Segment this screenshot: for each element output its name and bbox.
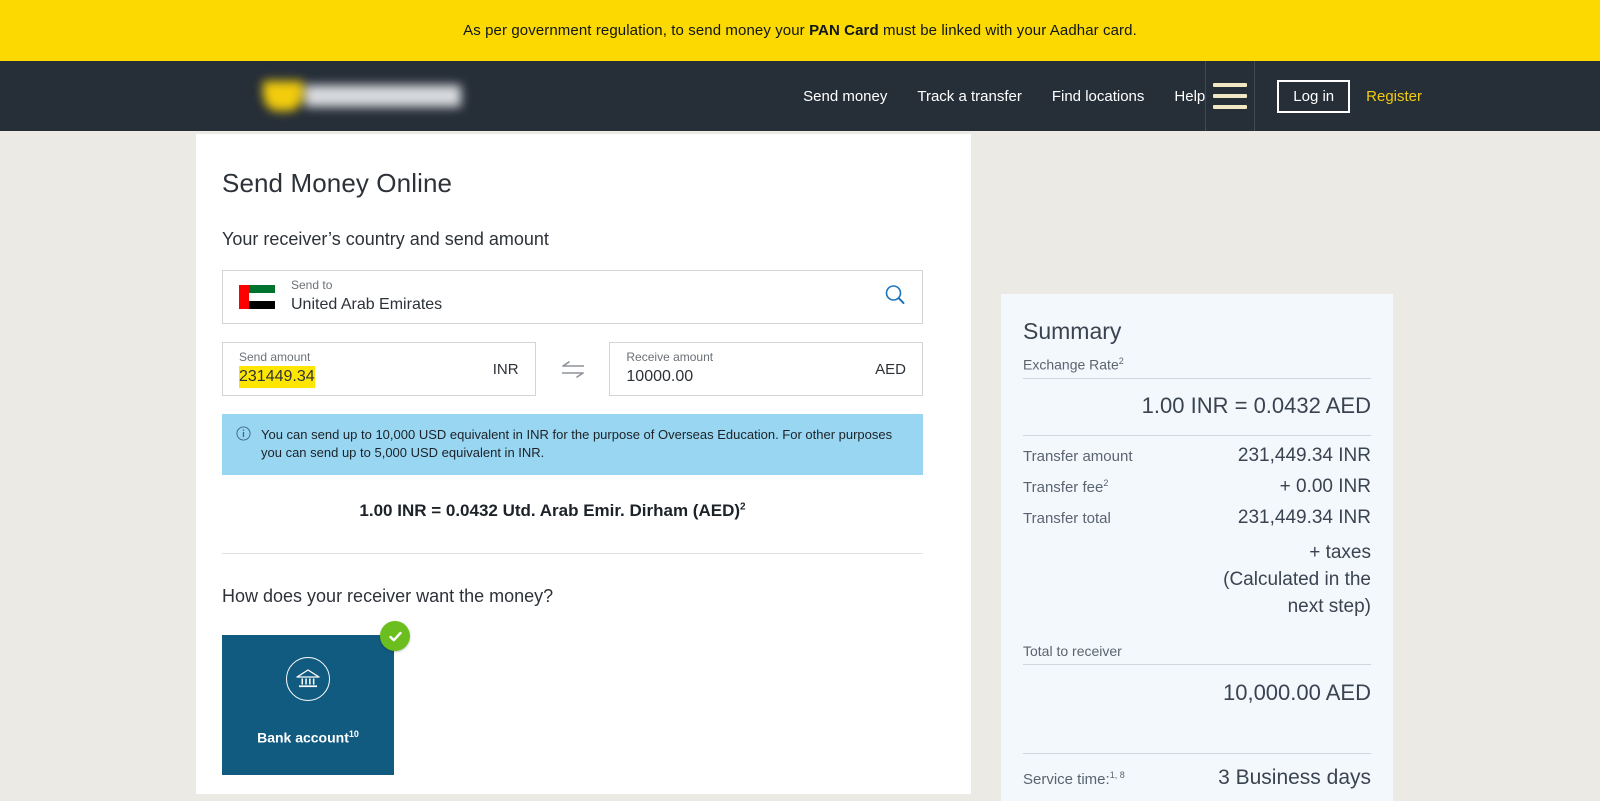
western-union-logo[interactable] [263,81,461,111]
hamburger-line [1213,105,1248,109]
nav-item-track-a-transfer[interactable]: Track a transfer [917,88,1021,105]
summary-row-transfer-amount: Transfer amount 231,449.34 INR [1023,445,1371,467]
hamburger-line [1213,94,1248,98]
service-time-label-text: Service time: [1023,770,1110,788]
receive-amount-inner: Receive amount 10000.00 [626,350,713,388]
regulation-banner-text: As per government regulation, to send mo… [463,22,1137,39]
send-money-card: Send Money Online Your receiver’s countr… [196,134,971,794]
summary-exchange-rate-value: 1.00 INR = 0.0432 AED [1141,392,1371,418]
payout-option-label: Bank account10 [257,729,359,746]
register-link[interactable]: Register [1366,88,1422,105]
total-to-receiver-label: Total to receiver [1023,642,1122,659]
exchange-rate-text: 1.00 INR = 0.0432 Utd. Arab Emir. Dirham… [359,501,741,520]
taxes-note-line-1: (Calculated in the [1223,568,1371,590]
transfer-amount-value: 231,449.34 INR [1237,444,1371,466]
nav-item-help[interactable]: Help [1174,88,1205,105]
log-in-button[interactable]: Log in [1277,79,1351,113]
summary-panel: Summary Exchange Rate2 1.00 INR = 0.0432… [1001,294,1393,801]
payout-option-text: Bank account [257,729,349,746]
transfer-fee-label-text: Transfer fee [1023,478,1104,496]
send-limit-info-text: You can send up to 10,000 USD equivalent… [261,427,893,460]
search-icon[interactable] [884,284,906,311]
transfer-total-label: Transfer total [1023,509,1111,527]
regulation-banner: As per government regulation, to send mo… [0,0,1600,61]
check-circle-icon [380,621,410,651]
exchange-rate-label: Exchange Rate2 [1023,356,1371,373]
regulation-text-bold: PAN Card [809,22,879,39]
exchange-rate-label-footnote: 2 [1118,356,1124,366]
transfer-fee-label-footnote: 2 [1103,477,1109,488]
hamburger-line [1213,83,1248,87]
page-body: Send Money Online Your receiver’s countr… [0,131,1600,801]
section-divider [222,553,923,554]
receive-amount-field[interactable]: Receive amount 10000.00 AED [609,342,923,396]
payout-option-footnote: 10 [348,729,359,739]
summary-rule [1023,663,1371,665]
send-limit-info-banner: You can send up to 10,000 USD equivalent… [222,414,923,475]
send-amount-inner: Send amount 231449.34 [239,350,315,388]
send-to-value: United Arab Emirates [291,296,443,313]
swap-arrows-icon[interactable] [536,356,610,382]
regulation-text-before: As per government regulation, to send mo… [463,22,810,39]
bank-icon [286,657,330,701]
transfer-amount-label: Transfer amount [1023,447,1133,465]
nav-item-find-locations[interactable]: Find locations [1052,88,1145,105]
total-to-receiver-value: 10,000.00 AED [1222,679,1371,705]
exchange-rate-line: 1.00 INR = 0.0432 Utd. Arab Emir. Dirham… [222,501,923,521]
summary-title: Summary [1023,318,1122,344]
payout-option-bank-account[interactable]: Bank account10 [222,621,410,775]
send-to-label: Send to [291,278,333,292]
send-amount-label: Send amount [239,350,311,364]
receive-currency-code: AED [875,360,906,378]
payout-options: Bank account10 [222,621,410,775]
info-circle-icon [236,426,251,446]
service-time-label: Service time:1, 8 [1023,770,1125,788]
taxes-note-line-2: next step) [1287,595,1371,617]
transfer-total-value: 231,449.34 INR [1237,506,1371,528]
regulation-text-after: must be linked with your Aadhar card. [878,22,1137,39]
service-time-label-footnote: 1, 8 [1109,769,1125,780]
uae-flag-icon [239,285,275,309]
hamburger-menu-icon[interactable] [1206,61,1254,131]
send-amount-input[interactable]: 231449.34 [239,366,315,388]
send-amount-field[interactable]: Send amount 231449.34 INR [222,342,536,396]
receive-amount-input[interactable]: 10000.00 [626,366,693,388]
receive-amount-label: Receive amount [626,350,714,364]
summary-spacer [1023,706,1371,748]
top-navigation-bar: Send money Track a transfer Find locatio… [0,61,1600,131]
send-to-texts: Send to United Arab Emirates [291,278,442,316]
nav-item-send-money[interactable]: Send money [803,88,887,105]
exchange-rate-footnote: 2 [740,501,746,513]
service-time-value: 3 Business days [1218,765,1371,789]
send-currency-code: INR [492,360,519,378]
logo-mark-icon [263,81,303,111]
summary-row-transfer-fee: Transfer fee2 + 0.00 INR [1023,476,1371,498]
auth-area: Log in Register [1255,79,1600,113]
amount-row: Send amount 231449.34 INR Receive amount… [222,342,923,396]
summary-row-transfer-total: Transfer total 231,449.34 INR [1023,507,1371,529]
summary-rule [1023,752,1371,754]
receiver-method-question: How does your receiver want the money? [222,586,554,606]
page-title: Send Money Online [222,168,453,198]
logo-wordmark [305,85,461,107]
summary-rule [1023,377,1371,379]
taxes-line: + taxes [1309,541,1371,563]
transfer-fee-value: + 0.00 INR [1279,475,1371,497]
section-title: Your receiver’s country and send amount [222,229,549,249]
summary-rule [1023,434,1371,436]
transfer-fee-label: Transfer fee2 [1023,478,1108,496]
summary-row-service-time: Service time:1, 8 3 Business days [1023,766,1371,790]
exchange-rate-label-text: Exchange Rate [1023,356,1119,373]
nav-links: Send money Track a transfer Find locatio… [803,88,1205,105]
send-to-country-field[interactable]: Send to United Arab Emirates [222,270,923,324]
